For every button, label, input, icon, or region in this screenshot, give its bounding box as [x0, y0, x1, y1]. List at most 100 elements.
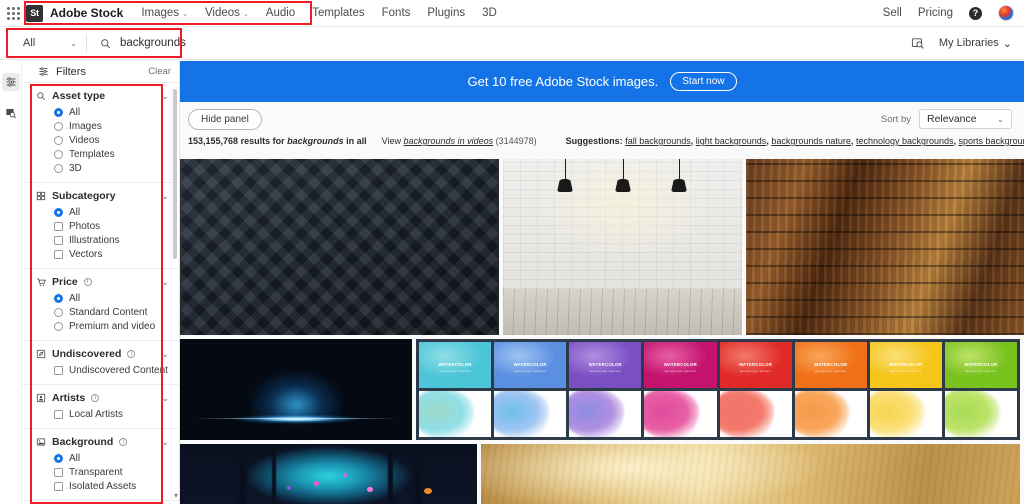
chevron-down-icon: ⌄	[161, 91, 169, 102]
filter-option-vectors[interactable]: Vectors	[54, 249, 179, 260]
nav-item-3d[interactable]: 3D	[482, 7, 497, 19]
start-now-button[interactable]: Start now	[670, 72, 736, 91]
filter-option-images[interactable]: Images	[54, 121, 179, 132]
filter-option-label: Photos	[69, 221, 100, 232]
watercolor-title: WATERCOLOR	[569, 362, 641, 367]
filter-option-all[interactable]: All	[54, 293, 179, 304]
watercolor-subtitle: BACKGROUND TEMPLATE	[644, 371, 716, 373]
my-libraries-dropdown[interactable]: My Libraries ⌄	[939, 37, 1012, 50]
suggestion-link[interactable]: fall backgrounds	[625, 136, 691, 146]
suggestion-link[interactable]: light backgrounds	[696, 136, 767, 146]
dark-geometric-pattern-thumbnail[interactable]	[180, 159, 499, 335]
blue-glow-stage-thumbnail[interactable]	[180, 339, 412, 440]
filter-option-isolated-assets[interactable]: Isolated Assets	[54, 481, 179, 492]
search-input[interactable]: backgrounds	[87, 31, 911, 56]
filter-option-label: Isolated Assets	[69, 481, 136, 492]
filter-option-photos[interactable]: Photos	[54, 221, 179, 232]
filters-header: Filters Clear	[22, 61, 179, 82]
wood-floor	[503, 289, 742, 335]
filter-option-3d[interactable]: 3D	[54, 163, 179, 174]
filters-sliders-icon[interactable]	[2, 73, 20, 91]
results-count-number: 153,155,768	[188, 136, 238, 146]
watercolor-swatch-column: WATERCOLORBACKGROUND TEMPLATE	[945, 342, 1017, 437]
nav-item-fonts[interactable]: Fonts	[382, 7, 411, 19]
suggestion-link[interactable]: backgrounds nature	[771, 136, 851, 146]
filters-scrollbar[interactable]	[173, 89, 177, 259]
pendant-lamp	[671, 159, 687, 192]
filter-group-generative-ai: Generative AI i ⌄ All Generative AI Only	[22, 500, 179, 504]
filter-option-label: All	[69, 293, 80, 304]
results-query: backgrounds	[287, 136, 344, 146]
chevron-down-icon: ⌄	[161, 349, 169, 360]
watercolor-swatch-white	[494, 391, 566, 437]
nav-item-templates[interactable]: Templates	[312, 7, 364, 19]
nav-item-videos[interactable]: Videos ⌄	[205, 7, 249, 19]
filter-group-undiscovered-header[interactable]: Undiscovered i ⌄	[22, 348, 179, 360]
hide-panel-button[interactable]: Hide panel	[188, 109, 262, 130]
watercolor-swatch-filled: WATERCOLORBACKGROUND TEMPLATE	[494, 342, 566, 388]
filter-group-background-header[interactable]: Background i ⌄	[22, 436, 179, 448]
search-bar-right: My Libraries ⌄	[911, 36, 1024, 50]
clear-filters-button[interactable]: Clear	[148, 66, 171, 77]
info-icon[interactable]: i	[91, 394, 99, 402]
filter-group-background: Background i ⌄ All Transparent Isolated …	[22, 428, 179, 500]
filter-group-undiscovered: Undiscovered i ⌄ Undiscovered Content	[22, 340, 179, 384]
filter-option-label: 3D	[69, 163, 82, 174]
filter-group-subcategory-header[interactable]: Subcategory ⌄	[22, 190, 179, 202]
results-count-prefix: results for	[241, 136, 285, 146]
pricing-link[interactable]: Pricing	[918, 7, 953, 19]
scroll-down-arrow-icon[interactable]: ▾	[174, 491, 178, 500]
filter-option-templates[interactable]: Templates	[54, 149, 179, 160]
chevron-down-icon: ⌄	[1003, 37, 1012, 50]
sell-link[interactable]: Sell	[883, 7, 902, 19]
filter-option-standard-content[interactable]: Standard Content	[54, 307, 179, 318]
visual-search-icon[interactable]	[2, 104, 20, 122]
visual-search-icon[interactable]	[911, 36, 925, 50]
filter-option-undiscovered-content[interactable]: Undiscovered Content	[54, 365, 179, 376]
filter-option-local-artists[interactable]: Local Artists	[54, 409, 179, 420]
tree-trunk	[272, 444, 276, 504]
nav-item-plugins[interactable]: Plugins	[427, 7, 465, 19]
watercolor-swatch-white	[419, 391, 491, 437]
info-icon[interactable]: i	[119, 438, 127, 446]
info-icon[interactable]: i	[127, 350, 135, 358]
filter-group-asset-type-header[interactable]: Asset type ⌄	[22, 90, 179, 102]
filter-option-all[interactable]: All	[54, 207, 179, 218]
search-scope-dropdown[interactable]: All ⌄	[14, 31, 86, 56]
nav-item-audio[interactable]: Audio	[266, 7, 295, 19]
suggestion-link[interactable]: technology backgrounds	[856, 136, 954, 146]
watercolor-background-templates-thumbnail[interactable]: WATERCOLORBACKGROUND TEMPLATEWATERCOLORB…	[416, 339, 1020, 440]
watercolor-blot	[945, 391, 1000, 437]
adobe-stock-logo-icon[interactable]: St	[26, 5, 43, 22]
filter-option-label: Images	[69, 121, 102, 132]
sort-by-select[interactable]: Relevance ⌄	[919, 109, 1012, 129]
app-grid-icon[interactable]	[0, 7, 26, 20]
light-beam	[229, 343, 364, 422]
info-icon[interactable]: i	[84, 278, 92, 286]
user-avatar[interactable]	[998, 5, 1014, 21]
filter-option-label: Local Artists	[69, 409, 123, 420]
filters-sliders-icon	[38, 66, 49, 77]
filter-option-all[interactable]: All	[54, 453, 179, 464]
adobe-stock-search-page: St Adobe Stock Images ⌄ Videos ⌄ Audio T…	[0, 0, 1024, 504]
suggestion-link[interactable]: sports backgrounds	[959, 136, 1024, 146]
filter-option-all[interactable]: All	[54, 107, 179, 118]
watercolor-title: WATERCOLOR	[720, 362, 792, 367]
golden-parchment-texture-thumbnail[interactable]	[481, 444, 1020, 504]
filter-option-videos[interactable]: Videos	[54, 135, 179, 146]
brand-title[interactable]: Adobe Stock	[50, 6, 123, 20]
white-brick-wall-lamps-thumbnail[interactable]	[503, 159, 742, 335]
filter-options: All Photos Illustrations Vectors	[22, 207, 179, 260]
filter-option-illustrations[interactable]: Illustrations	[54, 235, 179, 246]
filter-group-artists-header[interactable]: Artists i ⌄	[22, 392, 179, 404]
view-videos-link[interactable]: backgrounds in videos	[404, 136, 494, 146]
butterfly-spark	[287, 486, 291, 490]
filter-group-price-header[interactable]: Price i ⌄	[22, 276, 179, 288]
nav-item-images[interactable]: Images ⌄	[141, 7, 188, 19]
filter-option-premium-and-video[interactable]: Premium and video	[54, 321, 179, 332]
filter-option-transparent[interactable]: Transparent	[54, 467, 179, 478]
help-icon[interactable]: ?	[969, 7, 982, 20]
my-libraries-label: My Libraries	[939, 37, 999, 49]
fantasy-forest-cave-thumbnail[interactable]	[180, 444, 477, 504]
dark-wood-planks-thumbnail[interactable]	[746, 159, 1024, 335]
